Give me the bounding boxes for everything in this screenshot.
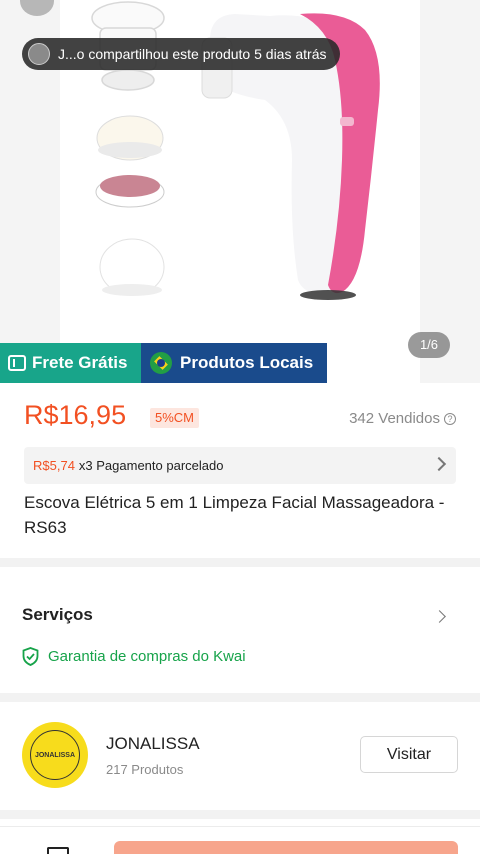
shop-product-count: 217 Produtos	[106, 762, 184, 777]
shipping-icon	[8, 355, 26, 371]
section-divider	[0, 558, 480, 567]
share-text: J...o compartilhou este produto 5 dias a…	[58, 46, 327, 62]
local-products-label: Produtos Locais	[180, 353, 314, 372]
discount-badge: 5%CM	[150, 408, 200, 428]
info-icon[interactable]: ?	[444, 412, 456, 425]
store-icon[interactable]	[47, 847, 69, 854]
share-notice: J...o compartilhou este produto 5 dias a…	[22, 38, 341, 70]
sold-count-text: 342 Vendidos	[349, 410, 440, 427]
installment-amount: R$5,74	[33, 458, 75, 473]
local-products-badge: Produtos Locais	[141, 343, 327, 383]
installment-row[interactable]: R$5,74 x3 Pagamento parcelado	[24, 447, 456, 484]
free-shipping-label: Frete Grátis	[32, 353, 128, 372]
shield-check-icon	[22, 647, 39, 666]
buy-button[interactable]	[114, 841, 458, 854]
product-image-carousel[interactable]: J...o compartilhou este produto 5 dias a…	[0, 0, 480, 383]
product-price: R$16,95	[24, 400, 127, 430]
shop-logo-text: JONALISSA	[30, 730, 80, 780]
guarantee-text: Garantia de compras do Kwai	[48, 648, 246, 665]
visit-shop-button[interactable]: Visitar	[360, 736, 458, 773]
chevron-right-icon	[431, 456, 447, 472]
avatar	[28, 43, 50, 65]
section-divider	[0, 693, 480, 702]
badges-row: Frete Grátis Produtos Locais	[0, 343, 327, 383]
free-shipping-badge: Frete Grátis	[0, 343, 141, 383]
bottom-action-bar	[0, 826, 480, 854]
shop-name[interactable]: JONALISSA	[106, 734, 200, 754]
purchase-guarantee: Garantia de compras do Kwai	[22, 647, 246, 666]
installment-text: x3 Pagamento parcelado	[78, 458, 224, 473]
services-title[interactable]: Serviços	[22, 605, 93, 625]
sold-count: 342 Vendidos ?	[349, 410, 456, 427]
chevron-right-icon[interactable]	[433, 610, 446, 623]
shop-logo[interactable]: JONALISSA	[22, 722, 88, 788]
section-divider	[0, 810, 480, 819]
image-counter: 1/6	[408, 332, 450, 358]
product-title: Escova Elétrica 5 em 1 Limpeza Facial Ma…	[24, 493, 445, 537]
back-button[interactable]	[20, 0, 54, 16]
brazil-flag-icon	[150, 352, 172, 374]
